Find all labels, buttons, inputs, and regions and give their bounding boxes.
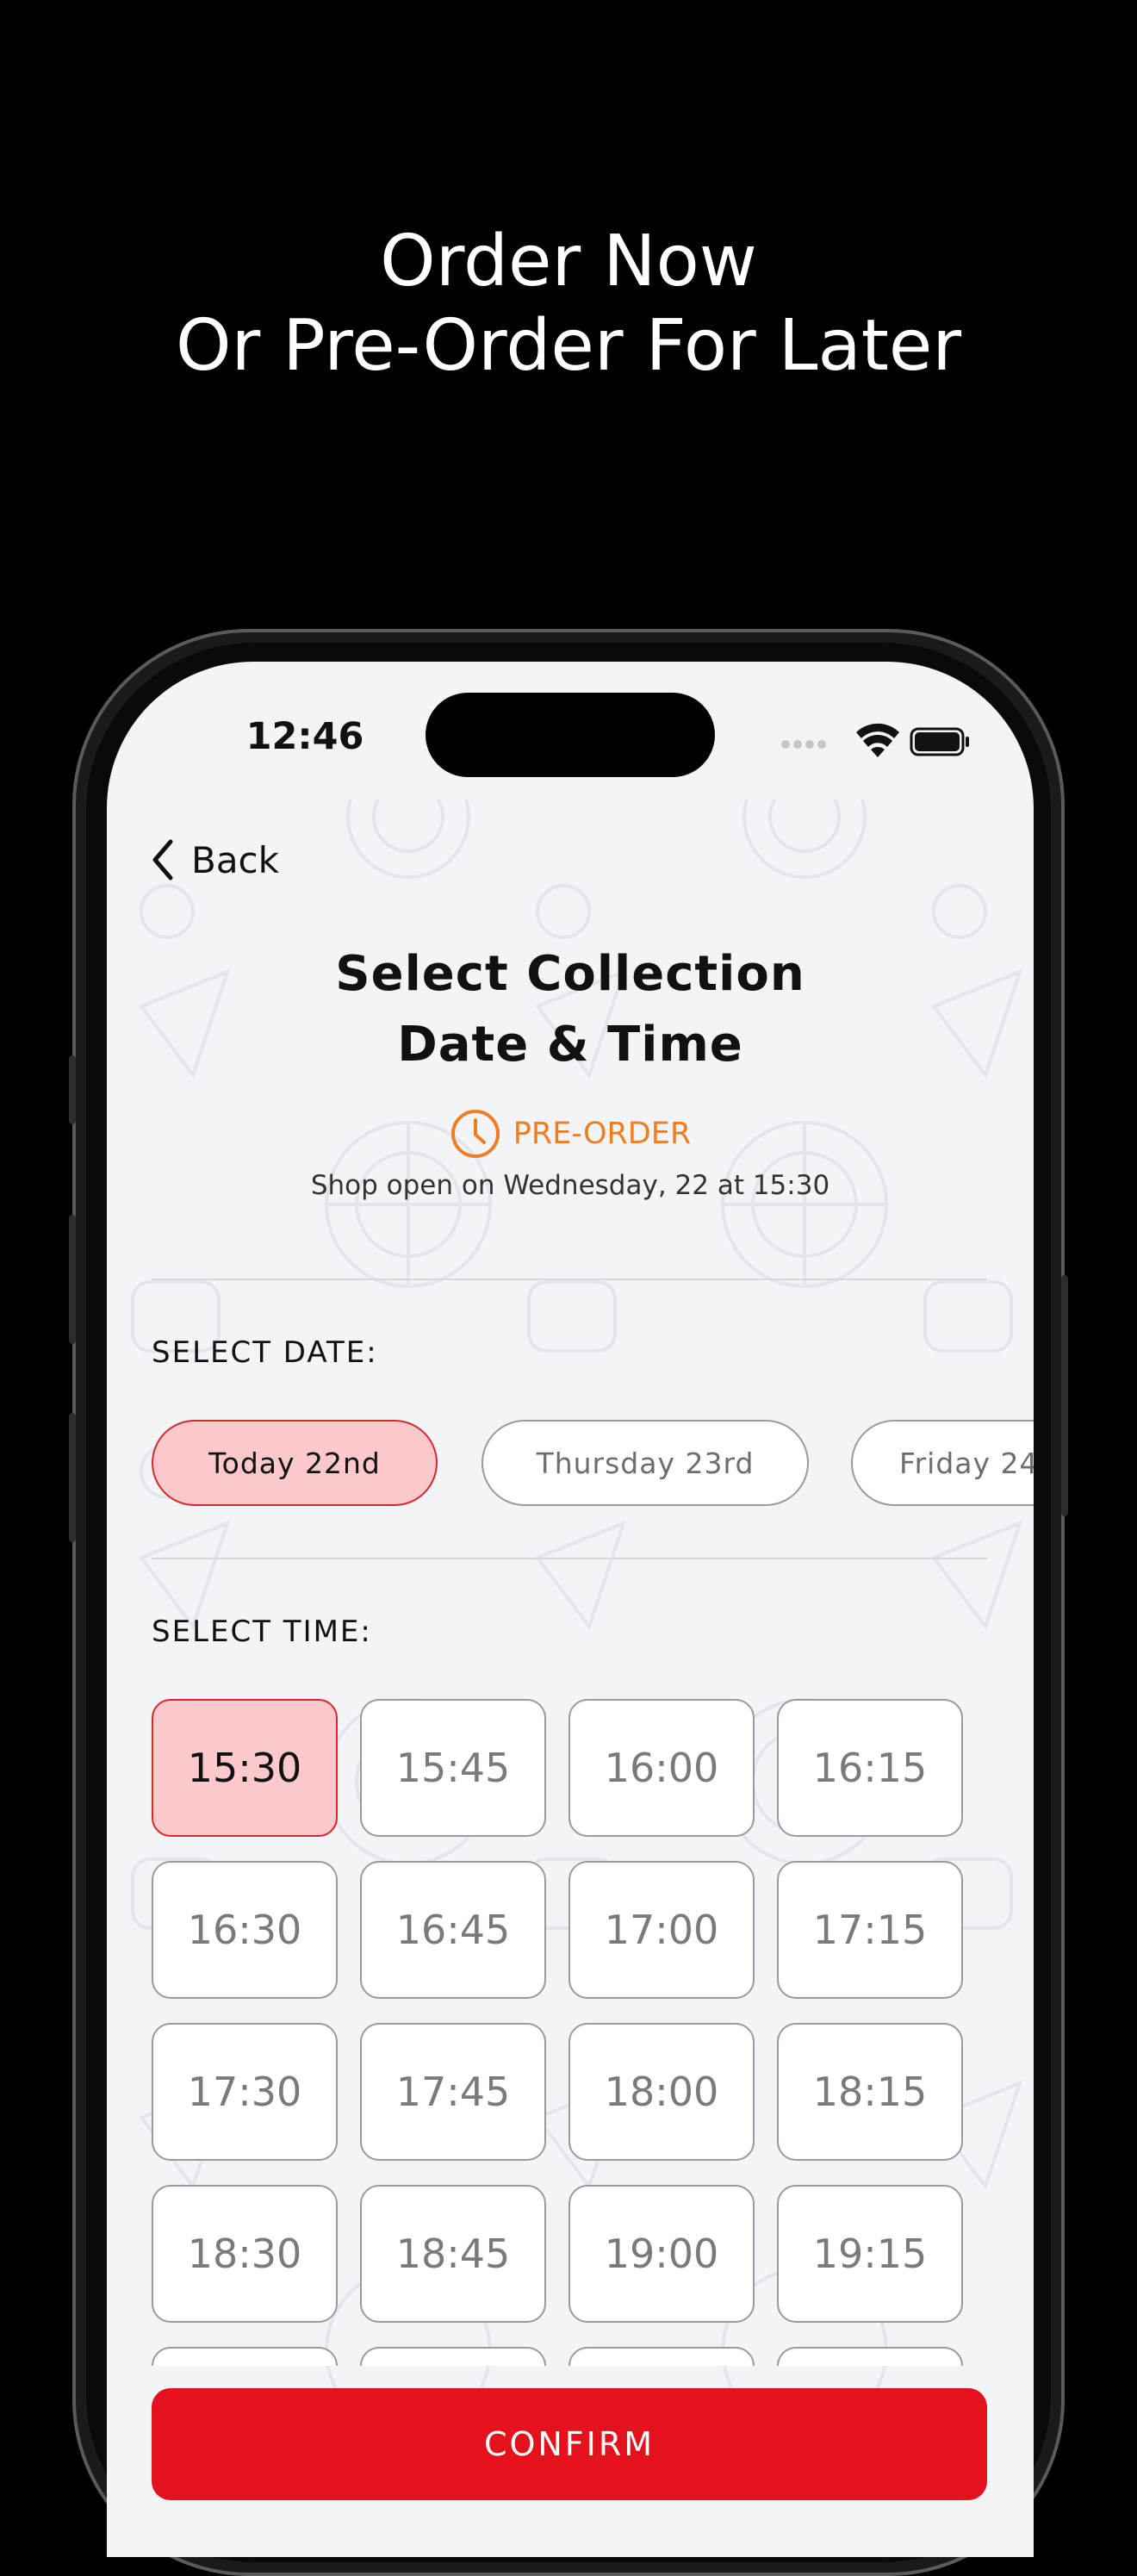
battery-icon bbox=[910, 727, 969, 756]
divider-middle bbox=[152, 1558, 987, 1559]
select-date-label: SELECT DATE: bbox=[152, 1335, 378, 1370]
time-slot[interactable]: 18:00 bbox=[568, 2023, 755, 2161]
preorder-badge: PRE-ORDER bbox=[107, 1108, 1034, 1160]
shop-open-text: Shop open on Wednesday, 22 at 15:30 bbox=[310, 1170, 830, 1201]
power-button bbox=[1061, 1275, 1068, 1516]
confirm-button[interactable]: CONFIRM bbox=[152, 2388, 987, 2500]
promo-headline-line2: Or Pre-Order For Later bbox=[175, 305, 962, 387]
clock-icon bbox=[450, 1110, 500, 1158]
time-slot[interactable]: 18:45 bbox=[360, 2185, 546, 2323]
page-title-line1: Select Collection bbox=[335, 946, 805, 1002]
status-icons bbox=[781, 723, 969, 757]
volume-down-button bbox=[69, 1413, 76, 1542]
page-title: Select Collection Date & Time bbox=[107, 939, 1034, 1080]
preorder-label: PRE-ORDER bbox=[513, 1117, 692, 1151]
time-slot[interactable]: 18:15 bbox=[777, 2023, 963, 2161]
time-slot[interactable]: 17:45 bbox=[360, 2023, 546, 2161]
time-slot[interactable] bbox=[152, 2347, 338, 2366]
divider-top bbox=[152, 1279, 987, 1280]
select-time-label: SELECT TIME: bbox=[152, 1615, 372, 1649]
time-slot[interactable]: 15:30 bbox=[152, 1699, 338, 1837]
date-selector: Today 22nd Thursday 23rd Friday 24th bbox=[152, 1420, 1034, 1509]
date-option-friday[interactable]: Friday 24th bbox=[851, 1420, 1034, 1506]
date-option-thursday[interactable]: Thursday 23rd bbox=[482, 1420, 809, 1506]
time-slot[interactable]: 17:00 bbox=[568, 1861, 755, 1999]
time-slot[interactable]: 17:15 bbox=[777, 1861, 963, 1999]
wifi-icon bbox=[856, 723, 899, 757]
cellular-dots-icon bbox=[781, 740, 826, 749]
time-slot[interactable]: 15:45 bbox=[360, 1699, 546, 1837]
time-grid-viewport: 15:30 15:45 16:00 16:15 16:30 16:45 17:0… bbox=[107, 1699, 1034, 2366]
time-slot[interactable] bbox=[777, 2347, 963, 2366]
time-slot[interactable]: 16:00 bbox=[568, 1699, 755, 1837]
app-screen: 12:46 Back Select Collection Date & Time bbox=[107, 662, 1034, 2557]
back-button[interactable]: Back bbox=[150, 834, 279, 886]
promo-headline-line1: Order Now bbox=[380, 221, 757, 302]
time-slot[interactable]: 16:30 bbox=[152, 1861, 338, 1999]
volume-up-button bbox=[69, 1215, 76, 1344]
chevron-left-icon bbox=[152, 839, 173, 880]
time-slot[interactable]: 19:15 bbox=[777, 2185, 963, 2323]
status-time: 12:46 bbox=[245, 715, 364, 758]
promo-headline: Order Now Or Pre-Order For Later bbox=[0, 220, 1137, 389]
time-slot[interactable]: 16:15 bbox=[777, 1699, 963, 1837]
time-slot[interactable]: 16:45 bbox=[360, 1861, 546, 1999]
back-label: Back bbox=[191, 838, 279, 881]
date-option-today[interactable]: Today 22nd bbox=[152, 1420, 438, 1506]
time-slot[interactable] bbox=[568, 2347, 755, 2366]
action-button bbox=[69, 1055, 76, 1124]
time-slot[interactable]: 19:00 bbox=[568, 2185, 755, 2323]
time-slot[interactable] bbox=[360, 2347, 546, 2366]
time-slot[interactable]: 18:30 bbox=[152, 2185, 338, 2323]
time-slot[interactable]: 17:30 bbox=[152, 2023, 338, 2161]
page-title-line2: Date & Time bbox=[397, 1017, 743, 1073]
dynamic-island bbox=[426, 693, 715, 777]
